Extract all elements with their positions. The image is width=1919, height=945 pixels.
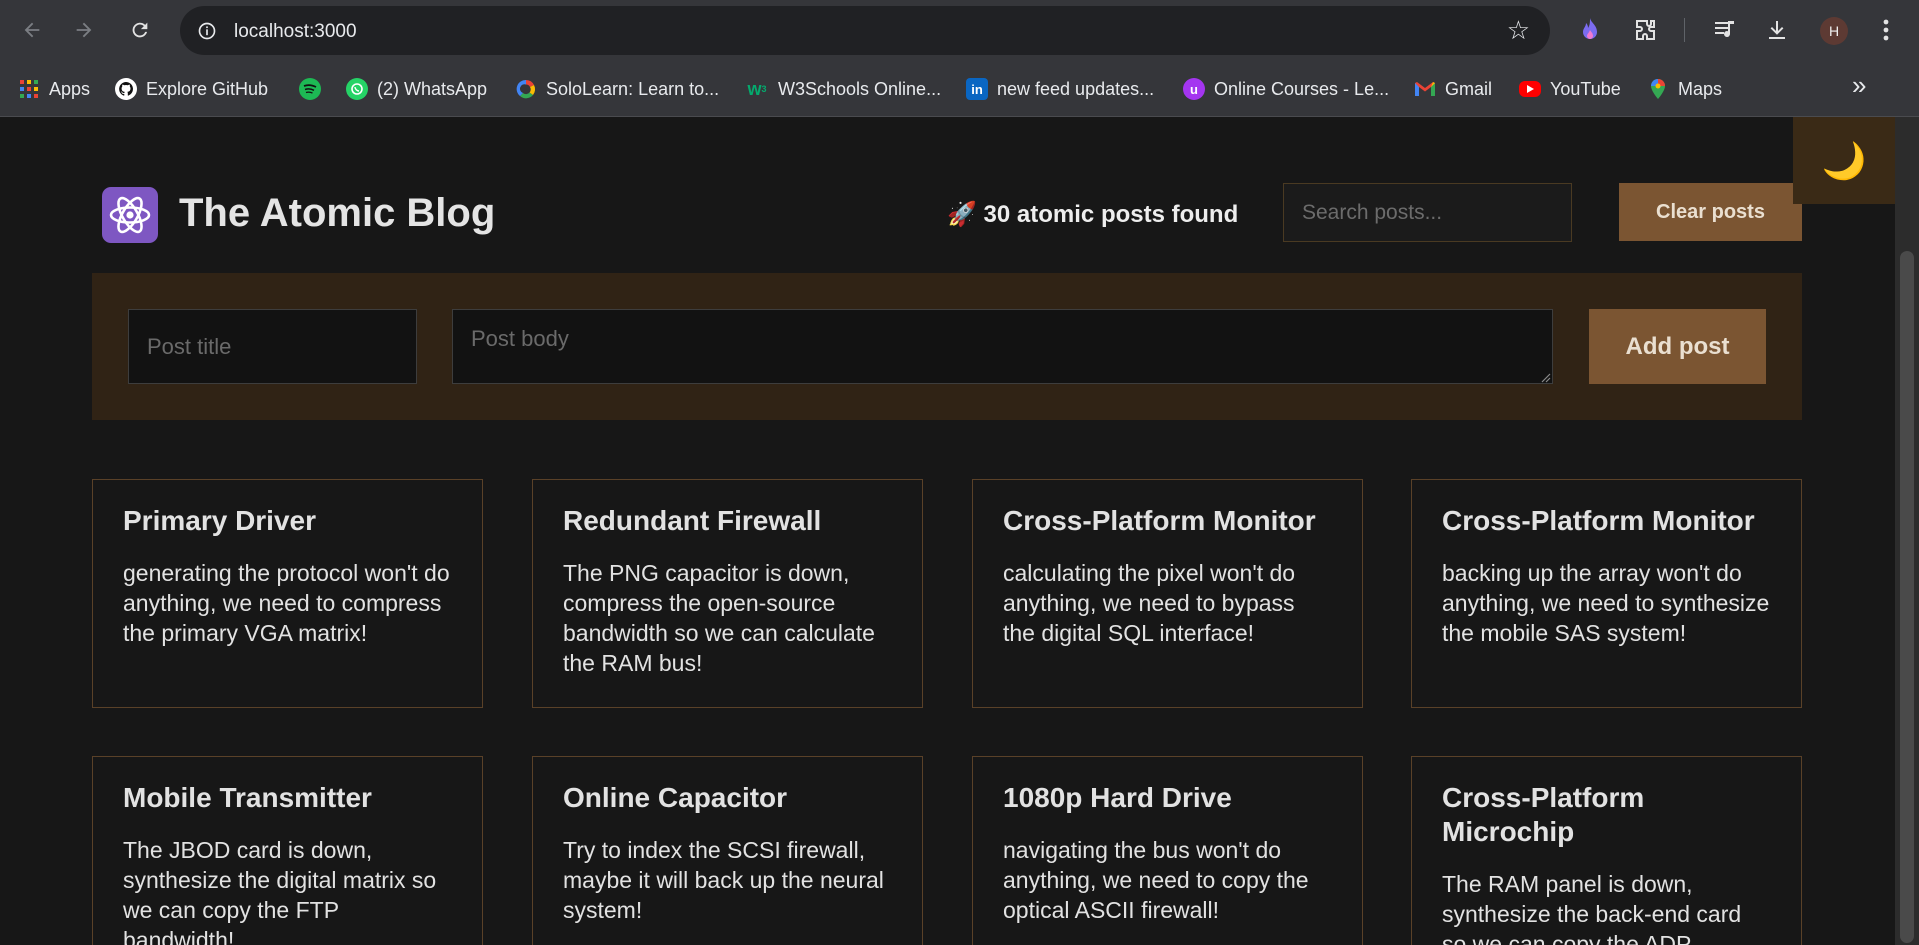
post-body: The PNG capacitor is down, compress the … xyxy=(563,560,875,676)
post-card: Primary Driver generating the protocol w… xyxy=(92,479,483,708)
bookmark-maps[interactable]: Maps xyxy=(1647,75,1722,103)
post-card: 1080p Hard Drive navigating the bus won'… xyxy=(972,756,1363,945)
post-title: Redundant Firewall xyxy=(563,505,822,536)
maps-icon xyxy=(1647,78,1669,100)
post-title: Online Capacitor xyxy=(563,782,788,813)
bookmark-apps[interactable]: Apps xyxy=(18,75,90,103)
linkedin-icon: in xyxy=(966,78,988,100)
bookmark-label: new feed updates... xyxy=(997,78,1155,99)
github-icon xyxy=(115,78,137,100)
post-title: Mobile Transmitter xyxy=(123,782,372,813)
bookmark-label: SoloLearn: Learn to... xyxy=(546,78,720,99)
post-count: 🚀 30 atomic posts found xyxy=(947,201,1239,228)
post-body: Try to index the SCSI firewall, maybe it… xyxy=(563,837,884,923)
scrollbar-thumb[interactable] xyxy=(1900,251,1914,943)
apps-grid-icon xyxy=(18,78,40,100)
atom-logo-icon xyxy=(102,187,158,243)
bookmark-whatsapp[interactable]: (2) WhatsApp xyxy=(346,75,487,103)
bookmarks-bar: Apps Explore GitHub (2) WhatsApp SoloLea… xyxy=(0,61,1919,117)
page-viewport: The Atomic Blog 🚀 30 atomic posts found … xyxy=(0,117,1895,945)
app-header: The Atomic Blog 🚀 30 atomic posts found … xyxy=(92,165,1802,265)
profile-avatar[interactable]: H xyxy=(1820,17,1848,45)
spotify-icon xyxy=(299,78,321,100)
post-card: Online Capacitor Try to index the SCSI f… xyxy=(532,756,923,945)
bookmarks-overflow-icon[interactable]: » xyxy=(1852,70,1866,101)
media-queue-icon[interactable] xyxy=(1709,14,1741,46)
browser-toolbar: localhost:3000 ☆ H xyxy=(0,0,1919,61)
bookmark-udemy[interactable]: u Online Courses - Le... xyxy=(1183,75,1389,103)
add-post-form: Add post xyxy=(92,273,1802,420)
bookmark-label: Apps xyxy=(49,78,91,99)
dark-mode-toggle[interactable]: 🌙 xyxy=(1793,117,1895,204)
page-scrollbar[interactable] xyxy=(1895,117,1919,945)
bookmark-label: Explore GitHub xyxy=(146,78,269,99)
clear-posts-button[interactable]: Clear posts xyxy=(1619,183,1802,241)
post-card: Redundant Firewall The PNG capacitor is … xyxy=(532,479,923,708)
bookmark-gmail[interactable]: Gmail xyxy=(1414,75,1492,103)
toolbar-divider xyxy=(1684,18,1685,42)
moon-icon: 🌙 xyxy=(1821,139,1867,181)
bookmark-w3schools[interactable]: w3 W3Schools Online... xyxy=(745,75,941,103)
add-post-button[interactable]: Add post xyxy=(1589,309,1766,384)
post-body-textarea[interactable] xyxy=(452,309,1553,384)
bookmark-label: W3Schools Online... xyxy=(778,78,942,99)
bookmark-label: YouTube xyxy=(1550,78,1621,99)
post-title: Cross-Platform Microchip xyxy=(1442,782,1645,847)
youtube-icon xyxy=(1519,81,1541,97)
bookmark-youtube[interactable]: YouTube xyxy=(1519,75,1621,103)
site-title: The Atomic Blog xyxy=(179,191,496,235)
post-card: Cross-Platform Monitor backing up the ar… xyxy=(1411,479,1802,708)
bookmark-star-icon[interactable]: ☆ xyxy=(1507,17,1530,43)
post-body: backing up the array won't do anything, … xyxy=(1442,560,1770,646)
bookmark-spotify[interactable] xyxy=(299,75,321,103)
post-title-input[interactable] xyxy=(128,309,417,384)
post-body: navigating the bus won't do anything, we… xyxy=(1003,837,1309,923)
gmail-icon xyxy=(1414,78,1436,100)
post-title: Primary Driver xyxy=(123,505,317,536)
bookmark-label: Gmail xyxy=(1445,78,1493,99)
bookmark-label: Maps xyxy=(1678,78,1723,99)
url-text: localhost:3000 xyxy=(234,21,357,42)
post-title: Cross-Platform Monitor xyxy=(1003,505,1316,536)
search-input[interactable] xyxy=(1283,183,1572,242)
post-card: Cross-Platform Monitor calculating the p… xyxy=(972,479,1363,708)
whatsapp-icon xyxy=(346,78,368,100)
udemy-icon: u xyxy=(1183,78,1205,100)
reload-icon[interactable] xyxy=(122,12,158,48)
back-arrow-icon[interactable] xyxy=(14,12,50,48)
post-body: generating the protocol won't do anythin… xyxy=(123,560,450,646)
download-icon[interactable] xyxy=(1761,14,1793,46)
extension-flame-icon[interactable] xyxy=(1574,14,1606,46)
bookmark-linkedin[interactable]: in new feed updates... xyxy=(966,75,1154,103)
post-body: The RAM panel is down, synthesize the ba… xyxy=(1442,871,1742,945)
bookmark-github[interactable]: Explore GitHub xyxy=(115,75,268,103)
post-body: The JBOD card is down, synthesize the di… xyxy=(123,837,437,945)
post-body: calculating the pixel won't do anything,… xyxy=(1003,560,1296,646)
textarea-resize-handle[interactable] xyxy=(1539,370,1551,383)
site-info-icon[interactable] xyxy=(194,18,220,44)
post-card: Cross-Platform Microchip The RAM panel i… xyxy=(1411,756,1802,945)
post-title: Cross-Platform Monitor xyxy=(1442,505,1755,536)
post-title: 1080p Hard Drive xyxy=(1003,782,1232,813)
bookmark-label: Online Courses - Le... xyxy=(1214,78,1390,99)
bookmark-sololearn[interactable]: SoloLearn: Learn to... xyxy=(515,75,719,103)
bookmark-label: (2) WhatsApp xyxy=(377,78,488,99)
browser-menu-icon[interactable] xyxy=(1870,14,1902,46)
w3schools-icon: w3 xyxy=(747,78,767,99)
address-bar[interactable]: localhost:3000 ☆ xyxy=(180,6,1550,55)
forward-arrow-icon[interactable] xyxy=(66,12,102,48)
post-card: Mobile Transmitter The JBOD card is down… xyxy=(92,756,483,945)
extensions-puzzle-icon[interactable] xyxy=(1630,14,1662,46)
sololearn-icon xyxy=(515,78,537,100)
